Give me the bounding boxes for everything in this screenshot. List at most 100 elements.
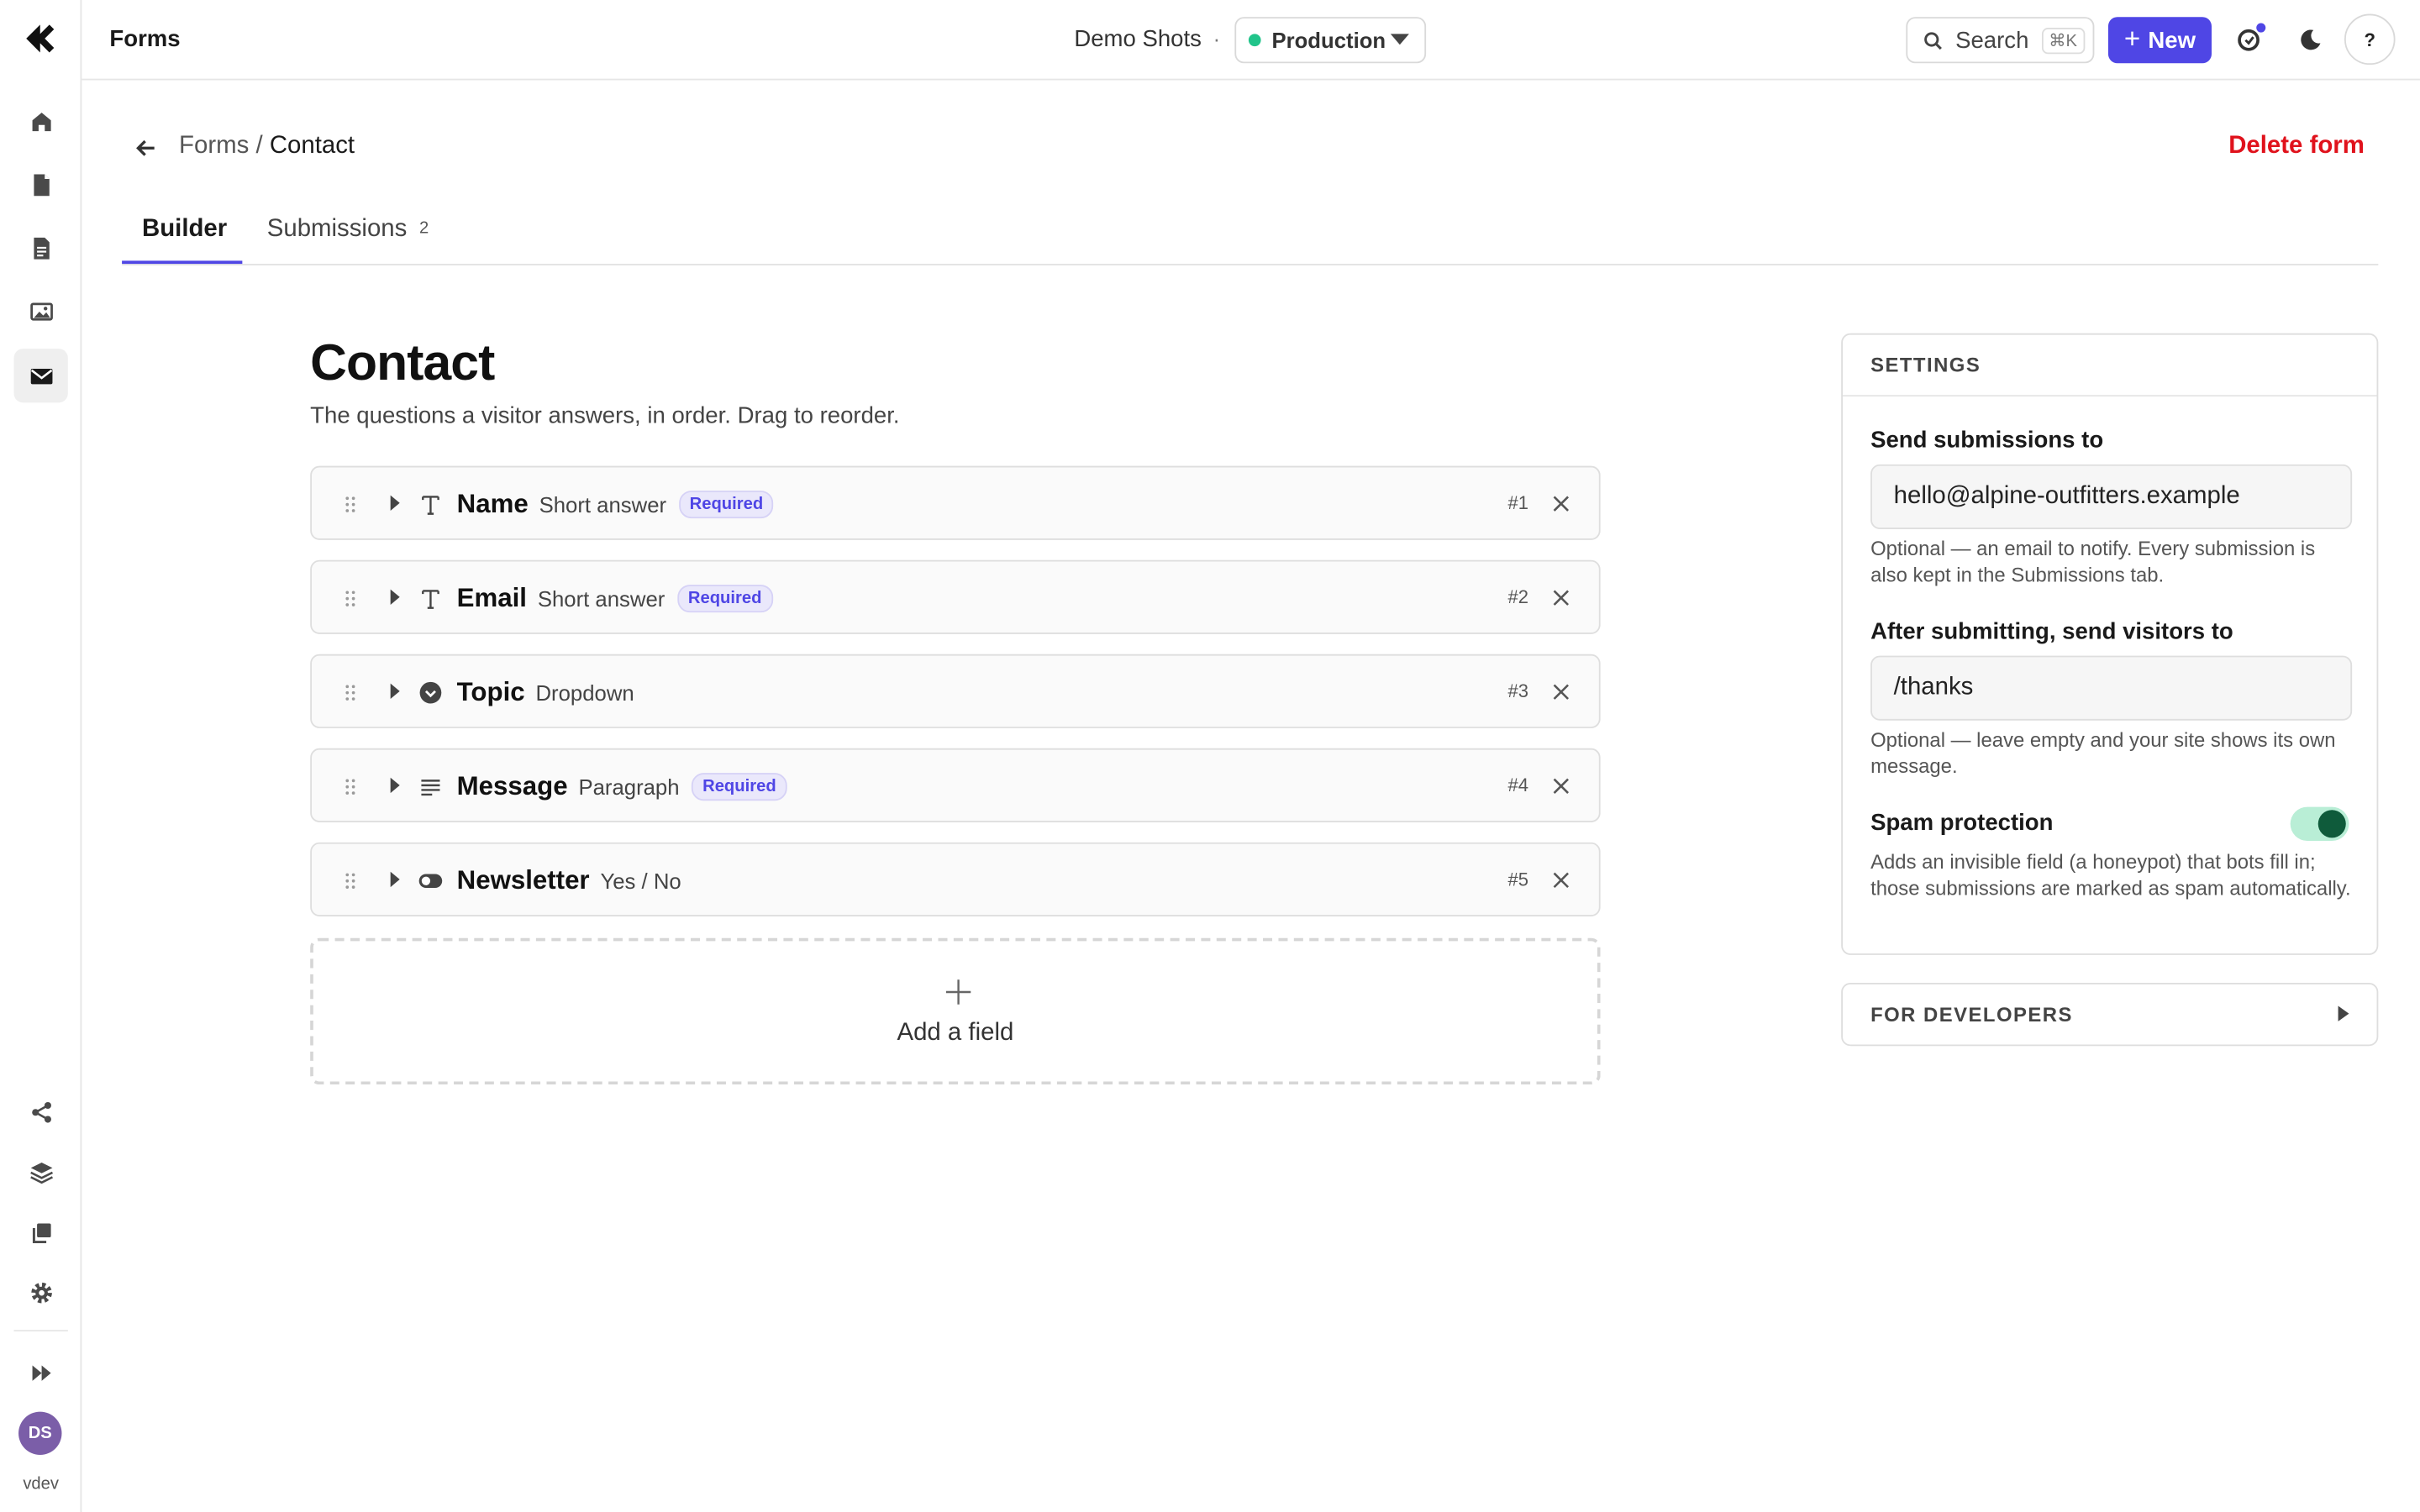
field-label: Message xyxy=(456,771,568,801)
sidebar-item-layers[interactable] xyxy=(14,1145,68,1199)
moon-icon xyxy=(2301,29,2321,50)
spam-protection-toggle[interactable] xyxy=(2290,806,2349,842)
sidebar-collapse-button[interactable] xyxy=(14,1346,68,1399)
page-subtitle: The questions a visitor answers, in orde… xyxy=(310,402,900,429)
active-tab-indicator xyxy=(122,260,243,265)
fast-forward-icon xyxy=(31,1364,50,1380)
sidebar-item-media[interactable] xyxy=(14,284,68,338)
field-label: Email xyxy=(456,583,527,613)
expand-caret-icon[interactable] xyxy=(390,777,400,794)
drag-handle-icon[interactable] xyxy=(345,682,357,701)
avatar[interactable]: DS xyxy=(18,1411,62,1456)
top-bar: Forms Demo Shots · Production Search ⌘K … xyxy=(82,0,2420,81)
file-icon xyxy=(33,173,49,196)
tab-builder[interactable]: Builder xyxy=(142,216,227,244)
add-field-label: Add a field xyxy=(897,1020,1014,1047)
expand-caret-icon[interactable] xyxy=(390,871,400,888)
field-number: #5 xyxy=(1507,869,1528,890)
developers-panel[interactable]: FOR DEVELOPERS xyxy=(1841,982,2379,1047)
text-icon xyxy=(418,586,443,611)
add-field-button[interactable]: Add a field xyxy=(310,937,1601,1085)
field-label: Topic xyxy=(456,677,525,707)
plus-icon: + xyxy=(2123,22,2141,54)
field-name: Message Paragraph Required xyxy=(457,771,787,802)
theme-toggle-button[interactable] xyxy=(2293,24,2327,57)
environment-status-dot xyxy=(1248,34,1261,47)
form-field-row[interactable]: Message Paragraph Required #4 xyxy=(310,748,1601,822)
redirect-help: Optional — leave empty and your site sho… xyxy=(1870,727,2336,778)
dropdown-icon xyxy=(418,680,443,705)
settings-panel: SETTINGS Send submissions to hello@alpin… xyxy=(1841,333,2379,955)
breadcrumb-forms-link[interactable]: Forms xyxy=(179,133,249,159)
form-field-row[interactable]: Newsletter Yes / No #5 xyxy=(310,842,1601,916)
search-button[interactable]: Search ⌘K xyxy=(1906,17,2095,64)
drag-handle-icon[interactable] xyxy=(345,776,357,795)
notification-dot xyxy=(2254,21,2268,34)
back-arrow-icon[interactable] xyxy=(133,134,160,162)
help-button[interactable]: ? xyxy=(2344,13,2396,66)
field-label: Newsletter xyxy=(456,865,590,895)
tab-submissions-label: Submissions xyxy=(266,216,408,243)
field-label: Name xyxy=(456,489,529,519)
user-name: vdev xyxy=(23,1474,60,1494)
environment-label: Production xyxy=(1271,28,1386,53)
text-icon xyxy=(418,492,443,517)
paragraph-icon xyxy=(418,774,443,799)
breadcrumb: Forms / Contact xyxy=(179,133,355,160)
gear-icon xyxy=(30,1281,51,1303)
send-to-help: Optional — an email to notify. Every sub… xyxy=(1870,537,2316,586)
field-name: Email Short answer Required xyxy=(457,583,773,614)
home-icon xyxy=(31,112,50,131)
submissions-count-badge: 2 xyxy=(419,218,429,238)
drag-handle-icon[interactable] xyxy=(345,870,357,889)
project-separator: · xyxy=(1213,26,1221,51)
field-type: Dropdown xyxy=(535,680,634,706)
sidebar-divider xyxy=(13,1330,68,1332)
form-field-row[interactable]: Topic Dropdown #3 xyxy=(310,654,1601,728)
search-icon xyxy=(1924,31,1942,50)
sidebar-item-share[interactable] xyxy=(14,1084,68,1138)
settings-heading: SETTINGS xyxy=(1843,335,2377,397)
chevron-right-icon xyxy=(2338,1005,2349,1021)
field-name: Newsletter Yes / No xyxy=(457,865,681,896)
sidebar-item-settings[interactable] xyxy=(14,1265,68,1319)
tab-submissions[interactable]: Submissions 2 xyxy=(267,216,429,244)
remove-field-close-icon[interactable] xyxy=(1551,494,1571,514)
sidebar-item-home[interactable] xyxy=(14,94,68,148)
expand-caret-icon[interactable] xyxy=(390,589,400,605)
environment-select[interactable]: Production xyxy=(1234,17,1427,64)
drag-handle-icon[interactable] xyxy=(345,494,357,512)
send-to-email-field[interactable]: hello@alpine-outfitters.example xyxy=(1870,464,2353,529)
plus-icon xyxy=(945,979,971,1005)
spam-protection-label: Spam protection xyxy=(1870,810,2054,837)
layers-icon xyxy=(29,1162,53,1184)
field-name: Name Short answer Required xyxy=(456,489,775,520)
remove-field-close-icon[interactable] xyxy=(1551,776,1571,796)
expand-caret-icon[interactable] xyxy=(390,683,400,700)
copy-icon xyxy=(32,1222,50,1243)
drag-handle-icon[interactable] xyxy=(345,588,357,606)
tab-bar: Builder Submissions 2 xyxy=(122,201,2379,265)
project-name[interactable]: Demo Shots xyxy=(1074,26,1202,52)
developers-heading: FOR DEVELOPERS xyxy=(1870,1002,2073,1026)
logo-icon[interactable] xyxy=(24,20,57,57)
redirect-field[interactable]: /thanks xyxy=(1870,655,2353,721)
remove-field-close-icon[interactable] xyxy=(1551,588,1571,608)
form-field-row[interactable]: Name Short answer Required #1 xyxy=(310,465,1601,540)
expand-caret-icon[interactable] xyxy=(390,495,400,511)
form-field-row[interactable]: Email Short answer Required #2 xyxy=(310,559,1601,634)
sidebar-item-forms[interactable] xyxy=(13,349,68,403)
field-number: #2 xyxy=(1507,585,1528,608)
search-label: Search xyxy=(1955,27,2029,54)
app-title: Forms xyxy=(109,26,181,53)
field-number: #4 xyxy=(1507,774,1528,796)
delete-form-button[interactable]: Delete form xyxy=(2228,133,2365,160)
new-button[interactable]: + New xyxy=(2107,17,2212,64)
updates-button[interactable] xyxy=(2232,21,2268,57)
page-title: Contact xyxy=(310,333,495,391)
remove-field-close-icon[interactable] xyxy=(1551,682,1571,702)
sidebar-item-pages[interactable] xyxy=(14,157,68,211)
sidebar-item-copy[interactable] xyxy=(14,1205,68,1258)
sidebar-item-documents[interactable] xyxy=(14,221,68,275)
remove-field-close-icon[interactable] xyxy=(1551,870,1571,890)
